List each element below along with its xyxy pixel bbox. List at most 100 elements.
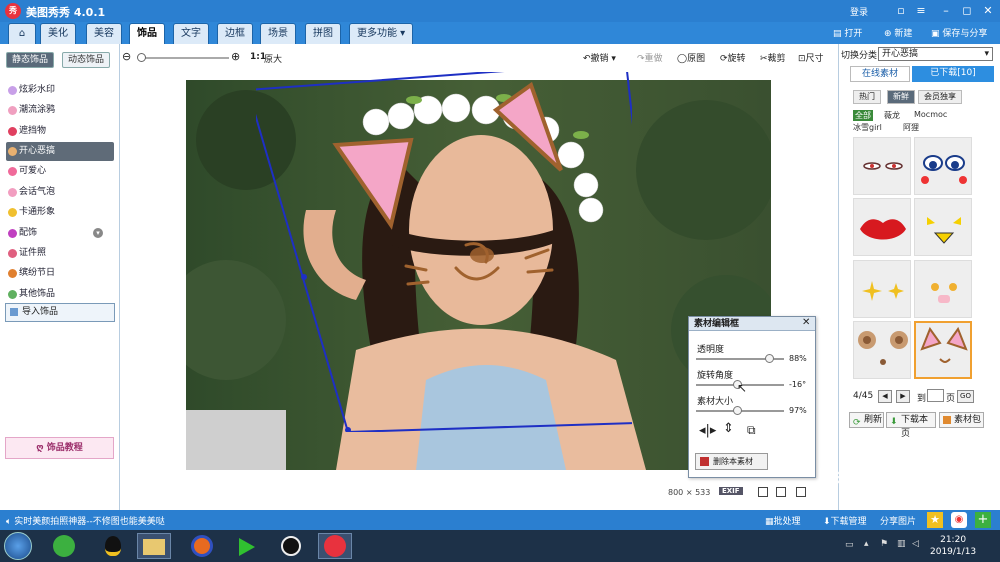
category-item[interactable]: 会话气泡: [6, 183, 114, 202]
tray-volume-icon[interactable]: ◁: [912, 539, 919, 549]
sticker-thumbnail[interactable]: [853, 260, 911, 318]
rotate-button[interactable]: ⟳旋转: [720, 51, 746, 64]
zoom-slider-track[interactable]: [139, 57, 229, 59]
tray-network-icon[interactable]: ▥: [897, 539, 906, 549]
category-item[interactable]: 其他饰品: [6, 285, 114, 304]
menu-icon[interactable]: ≡: [913, 3, 929, 18]
category-item-active[interactable]: 开心恶搞: [6, 142, 114, 161]
sticker-editor-dialog[interactable]: 素材编辑框 ✕ 透明度 88% 旋转角度 -16° 素材大小 97% ◂|▸ ⇕…: [688, 316, 816, 478]
new-button[interactable]: ⊕ 新建: [884, 26, 912, 39]
sticker-thumbnail-selected[interactable]: [914, 321, 972, 379]
skin-icon[interactable]: ▫: [893, 3, 909, 18]
next-page-button[interactable]: ▶: [896, 390, 910, 403]
tray-expand-icon[interactable]: ▴: [864, 539, 869, 549]
split-view-icon[interactable]: [776, 487, 786, 497]
weibo-icon[interactable]: ◉: [951, 512, 967, 528]
prev-page-button[interactable]: ◀: [878, 390, 892, 403]
copy-icon[interactable]: ⧉: [747, 423, 756, 438]
save-share-button[interactable]: ▣ 保存与分享: [931, 26, 987, 39]
category-item[interactable]: 潮流涂鸦: [6, 101, 114, 120]
delete-sticker-button[interactable]: 删除本素材: [695, 453, 768, 470]
share-image-button[interactable]: 分享图片: [880, 514, 916, 527]
download-manager-button[interactable]: ⬇下载管理: [823, 514, 867, 527]
fit-icon[interactable]: [796, 487, 806, 497]
taskbar-app-video[interactable]: [230, 533, 264, 559]
sticker-selection-frame[interactable]: [256, 72, 632, 432]
taskbar-app-firefox[interactable]: [185, 533, 219, 559]
start-button[interactable]: [4, 532, 32, 560]
minimize-icon[interactable]: –: [938, 3, 954, 18]
sticker-thumbnail[interactable]: [914, 198, 972, 256]
tab-more[interactable]: 更多功能 ▾: [349, 23, 414, 44]
home-tab[interactable]: ⌂: [8, 23, 36, 44]
tab-downloaded[interactable]: 已下载[10]: [912, 66, 994, 82]
flip-vertical-icon[interactable]: ⇕: [723, 421, 734, 436]
tray-keyboard-icon[interactable]: ▭: [845, 540, 854, 550]
tab-accessories[interactable]: 饰品: [129, 23, 165, 44]
import-accessories-button[interactable]: 导入饰品: [5, 303, 115, 322]
subfilter-item[interactable]: Mocmoc: [914, 110, 947, 119]
category-select[interactable]: 开心恶搞 ▾: [878, 47, 993, 61]
tab-makeup[interactable]: 美容: [86, 23, 122, 44]
undo-button[interactable]: ↶撤销 ▾: [583, 51, 616, 64]
taskbar-app-qq[interactable]: [96, 533, 130, 559]
subfilter-all[interactable]: 全部: [853, 110, 873, 121]
category-item[interactable]: 炫彩水印: [6, 81, 114, 100]
zoom-slider-handle[interactable]: [137, 53, 146, 62]
taskbar-clock[interactable]: 21:20 2019/1/13: [930, 534, 976, 558]
taskbar-app-recorder[interactable]: [274, 533, 308, 559]
zoom-in-icon[interactable]: ⊕: [231, 50, 240, 63]
redo-button[interactable]: ↷重做: [637, 51, 663, 64]
size-slider-handle[interactable]: [733, 406, 742, 415]
tab-static-accessories[interactable]: 静态饰品: [6, 52, 55, 68]
zoom-out-icon[interactable]: ⊖: [122, 50, 131, 63]
sticker-thumbnail[interactable]: [853, 137, 911, 195]
category-item[interactable]: 遮挡物: [6, 122, 114, 141]
material-pack-button[interactable]: 素材包: [939, 412, 984, 428]
category-item[interactable]: 缤纷节日: [6, 264, 114, 283]
compare-icon[interactable]: [758, 487, 768, 497]
go-button[interactable]: GO: [957, 390, 974, 403]
expand-icon[interactable]: ▾: [93, 228, 103, 238]
tray-flag-icon[interactable]: ⚑: [880, 539, 888, 549]
filter-hot[interactable]: 热门: [853, 90, 881, 104]
sticker-thumbnail[interactable]: [914, 137, 972, 195]
subfilter-item[interactable]: 冰雪girl: [853, 122, 882, 133]
login-link[interactable]: 登录: [850, 5, 868, 18]
tab-dynamic-accessories[interactable]: 动态饰品: [62, 52, 111, 68]
taskbar-app-explorer[interactable]: [137, 533, 171, 559]
subfilter-item[interactable]: 薇龙: [884, 110, 900, 121]
page-number-input[interactable]: [927, 389, 944, 402]
status-marquee[interactable]: 🔈︎ 实时美颜拍照神器--不修图也能美美哒: [6, 514, 165, 527]
tab-text[interactable]: 文字: [173, 23, 209, 44]
refresh-button[interactable]: ⟳ 刷新: [849, 412, 884, 428]
tab-beautify[interactable]: 美化: [40, 23, 76, 44]
tab-online-materials[interactable]: 在线素材: [850, 66, 910, 82]
maximize-icon[interactable]: ◻: [959, 3, 975, 18]
flip-horizontal-icon[interactable]: ◂|▸: [699, 423, 716, 438]
resize-handle[interactable]: [301, 274, 307, 280]
category-item[interactable]: 证件照: [6, 244, 114, 263]
crop-button[interactable]: ✂裁剪: [760, 51, 786, 64]
exif-badge[interactable]: EXIF: [719, 487, 743, 495]
tab-border[interactable]: 边框: [217, 23, 253, 44]
category-item[interactable]: 可爱心: [6, 162, 114, 181]
filter-new[interactable]: 新鲜: [887, 90, 915, 104]
tab-collage[interactable]: 拼图: [305, 23, 341, 44]
add-icon[interactable]: +: [975, 512, 991, 528]
open-button[interactable]: ▤ 打开: [833, 26, 862, 39]
category-item[interactable]: 配饰 ▾: [6, 224, 114, 243]
star-icon[interactable]: ★: [927, 512, 943, 528]
close-icon[interactable]: ✕: [980, 3, 996, 18]
sticker-thumbnail[interactable]: [853, 198, 911, 256]
original-size-button[interactable]: 原大: [264, 52, 282, 65]
original-image-button[interactable]: ◯原图: [677, 51, 705, 64]
close-icon[interactable]: ✕: [802, 317, 810, 328]
filter-member[interactable]: 会员独享: [918, 90, 962, 104]
sticker-thumbnail[interactable]: [853, 321, 911, 379]
opacity-slider-handle[interactable]: [765, 354, 774, 363]
subfilter-item[interactable]: 阿狸: [903, 122, 919, 133]
sticker-thumbnail[interactable]: [914, 260, 972, 318]
category-item[interactable]: 卡通形象: [6, 203, 114, 222]
taskbar-app-360[interactable]: [47, 533, 81, 559]
